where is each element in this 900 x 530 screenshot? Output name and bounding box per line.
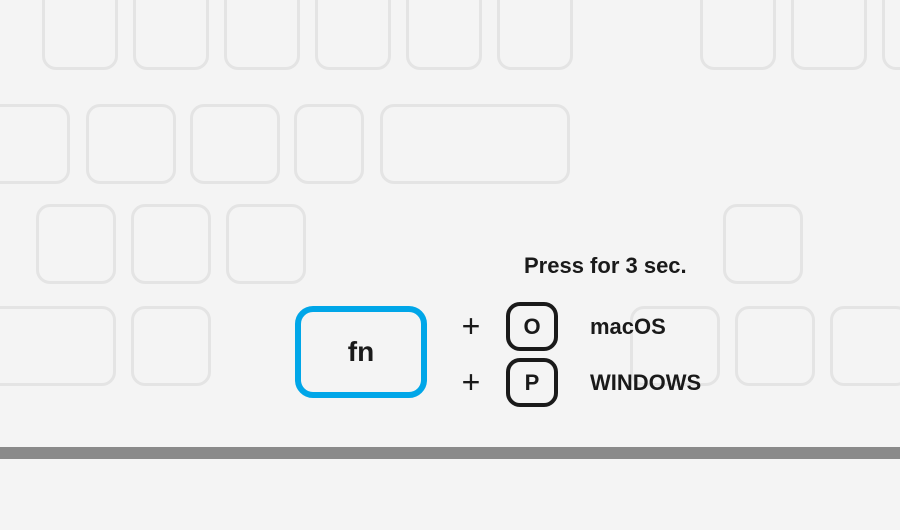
bg-key <box>406 0 482 70</box>
bg-key <box>700 0 776 70</box>
letter-key-p-label: P <box>525 370 540 396</box>
keyboard-divider <box>0 447 900 459</box>
bg-key <box>226 204 306 284</box>
bg-key <box>882 0 900 70</box>
combo-row-windows: + P WINDOWS <box>456 358 701 407</box>
fn-key-label: fn <box>348 336 374 368</box>
bg-key <box>830 306 900 386</box>
bg-key <box>224 0 300 70</box>
bg-key <box>131 204 211 284</box>
os-label-windows: WINDOWS <box>590 370 701 396</box>
bg-key <box>86 104 176 184</box>
bg-key <box>315 0 391 70</box>
bg-key <box>380 104 570 184</box>
bg-key <box>0 306 116 386</box>
letter-key-o-label: O <box>523 314 540 340</box>
bg-key <box>131 306 211 386</box>
plus-icon: + <box>456 364 486 401</box>
bg-key <box>190 104 280 184</box>
combo-row-macos: + O macOS <box>456 302 666 351</box>
bg-key <box>791 0 867 70</box>
bg-key <box>294 104 364 184</box>
bg-key <box>497 0 573 70</box>
bg-key <box>42 0 118 70</box>
letter-key-o: O <box>506 302 558 351</box>
os-label-macos: macOS <box>590 314 666 340</box>
bg-key <box>723 204 803 284</box>
letter-key-p: P <box>506 358 558 407</box>
plus-icon: + <box>456 308 486 345</box>
bg-key <box>36 204 116 284</box>
bg-key <box>133 0 209 70</box>
bg-key <box>0 104 70 184</box>
instruction-text: Press for 3 sec. <box>524 253 687 279</box>
fn-key: fn <box>295 306 427 398</box>
bg-key <box>735 306 815 386</box>
